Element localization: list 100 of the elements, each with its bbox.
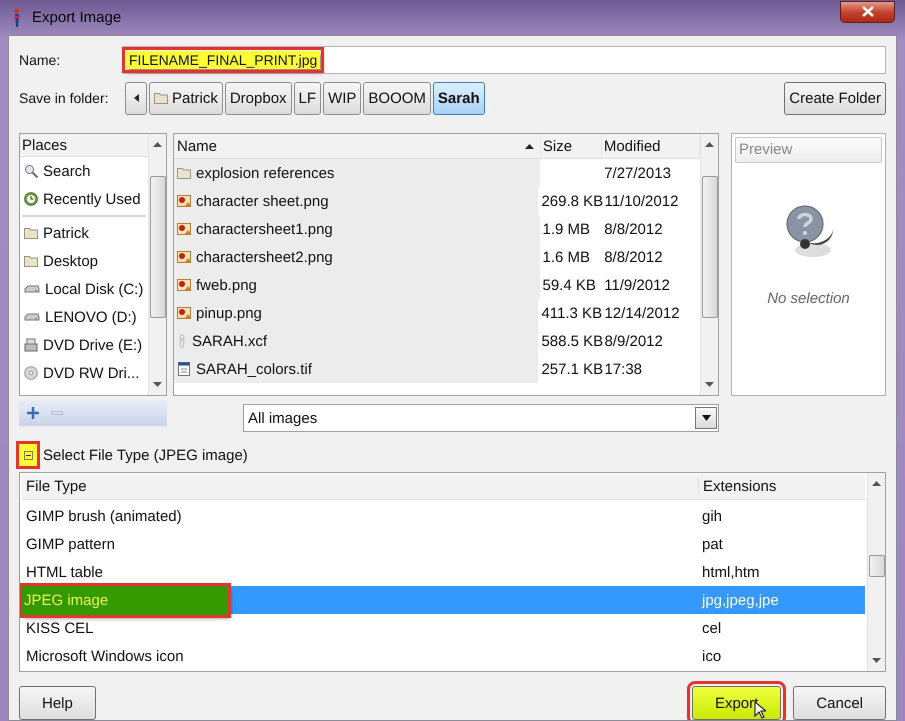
- drive-icon: [24, 312, 40, 322]
- collapse-icon: [24, 450, 32, 460]
- scroll-down-arrow-icon: [705, 382, 714, 387]
- scroll-down-arrow-icon: [872, 658, 881, 663]
- clock-icon: [24, 192, 38, 206]
- path-button[interactable]: Dropbox: [224, 82, 292, 115]
- file-type-name: GIMP brush (animated): [26, 508, 182, 524]
- column-header[interactable]: Modified: [602, 134, 700, 159]
- minus-icon: [51, 411, 63, 415]
- name-label: Name:: [19, 52, 62, 68]
- file-date: 8/8/2012: [604, 220, 663, 238]
- file-extensions: ico: [702, 648, 722, 664]
- remove-button[interactable]: [49, 409, 65, 417]
- image-file-icon: [177, 195, 191, 207]
- file-type-row[interactable]: KISS CEL cel: [22, 614, 865, 642]
- file-extensions: cel: [702, 620, 722, 636]
- file-date: 8/9/2012: [604, 332, 663, 350]
- place-item[interactable]: LENOVO (D:): [20, 303, 148, 331]
- place-item[interactable]: Recently Used: [20, 185, 148, 213]
- add-button[interactable]: [25, 405, 41, 421]
- column-header[interactable]: Extensions: [699, 478, 780, 495]
- folder-icon: [177, 167, 191, 179]
- app-icon: [12, 8, 22, 28]
- dialog-button[interactable]: Cancel: [793, 686, 886, 720]
- preview-message: No selection: [767, 290, 850, 307]
- file-name-cell[interactable]: pinup.png: [174, 299, 538, 327]
- image-file-icon: [177, 251, 191, 263]
- scrollbar[interactable]: [148, 134, 166, 395]
- file-name-cell[interactable]: character sheet.png: [174, 187, 538, 215]
- file-type-row[interactable]: Microsoft Windows icon ico: [22, 642, 865, 670]
- column-header[interactable]: File Type: [22, 478, 699, 495]
- close-icon: [862, 6, 874, 17]
- file-type-name: GIMP pattern: [26, 536, 115, 552]
- path-button[interactable]: BOOOM: [363, 82, 431, 115]
- scroll-up-arrow-icon: [153, 142, 162, 147]
- image-file-icon: [177, 223, 191, 235]
- file-extensions: jpg,jpeg,jpe: [702, 592, 779, 608]
- create-folder-button[interactable]: Create Folder: [784, 82, 886, 115]
- window-title: Export Image: [32, 9, 122, 26]
- place-item[interactable]: Desktop: [20, 247, 148, 275]
- file-extensions: gih: [702, 508, 722, 524]
- file-date: 17:38: [604, 360, 642, 378]
- preview-label: Preview: [735, 137, 882, 163]
- file-name-cell[interactable]: charactersheet2.png: [174, 243, 540, 271]
- file-type-row[interactable]: HTML table html,htm: [22, 558, 865, 586]
- file-name-cell[interactable]: fweb.png: [174, 271, 540, 299]
- file-extensions: html,htm: [702, 564, 760, 580]
- scrollbar-thumb[interactable]: [702, 176, 718, 318]
- place-item[interactable]: DVD Drive (E:): [20, 331, 148, 359]
- dialog-button[interactable]: Help: [19, 686, 96, 720]
- scrollbar-thumb[interactable]: [869, 555, 885, 577]
- file-type-name: JPEG image: [22, 586, 228, 614]
- file-size: 411.3 KB: [541, 304, 602, 322]
- file-type-row[interactable]: GIMP brush (animated) gih: [22, 502, 865, 530]
- scroll-down-arrow-icon: [153, 382, 162, 387]
- expander-label[interactable]: Select File Type (JPEG image): [43, 446, 248, 464]
- file-name-cell[interactable]: explosion references: [174, 159, 540, 187]
- file-date: 11/9/2012: [604, 276, 670, 294]
- file-name-cell[interactable]: SARAH.xcf: [174, 327, 538, 355]
- file-date: 11/10/2012: [604, 192, 678, 210]
- folder-icon: [24, 227, 38, 239]
- file-size: 1.6 MB: [542, 248, 590, 266]
- file-extensions: pat: [702, 536, 723, 552]
- column-header[interactable]: Name: [174, 134, 541, 159]
- search-icon: [24, 164, 38, 178]
- file-size: 1.9 MB: [542, 220, 590, 238]
- scroll-up-arrow-icon: [872, 481, 881, 486]
- back-button[interactable]: [125, 82, 147, 115]
- column-header[interactable]: Places: [20, 134, 148, 157]
- expander-toggle[interactable]: [19, 444, 37, 466]
- column-header[interactable]: Size: [540, 134, 602, 159]
- optical-drive-icon: [24, 338, 38, 352]
- place-item[interactable]: Local Disk (C:): [20, 275, 148, 303]
- scrollbar[interactable]: [867, 473, 885, 671]
- disc-icon: [24, 366, 38, 380]
- path-button[interactable]: Sarah: [432, 82, 485, 115]
- image-file-icon: [177, 279, 191, 291]
- file-type-name: HTML table: [26, 564, 103, 580]
- path-button[interactable]: WIP: [323, 82, 362, 115]
- scrollbar[interactable]: [700, 134, 718, 395]
- left-arrow-icon: [134, 94, 138, 102]
- place-item[interactable]: DVD RW Dri...: [20, 359, 148, 387]
- name-field[interactable]: FILENAME_FINAL_PRINT.jpg: [123, 46, 886, 74]
- file-size: 269.8 KB: [541, 192, 604, 210]
- file-type-row[interactable]: GIMP pattern pat: [22, 530, 865, 558]
- path-button[interactable]: LF: [294, 82, 322, 115]
- picture-file-icon: [177, 362, 191, 376]
- path-button[interactable]: Patrick: [149, 82, 223, 115]
- file-size: 257.1 KB: [541, 360, 604, 378]
- file-type-name: Microsoft Windows icon: [26, 648, 184, 664]
- place-item[interactable]: Search: [20, 157, 148, 185]
- file-name-cell[interactable]: SARAH_colors.tif: [174, 355, 538, 383]
- save-in-folder-label: Save in folder:: [19, 90, 110, 106]
- file-filter-dropdown[interactable]: All images: [243, 404, 719, 432]
- file-name-cell[interactable]: charactersheet1.png: [174, 215, 540, 243]
- file-date: 7/27/2013: [604, 164, 671, 182]
- file-date: 12/14/2012: [604, 304, 680, 322]
- close-button[interactable]: [840, 0, 895, 22]
- place-item[interactable]: Patrick: [20, 219, 148, 247]
- scrollbar-thumb[interactable]: [150, 176, 166, 318]
